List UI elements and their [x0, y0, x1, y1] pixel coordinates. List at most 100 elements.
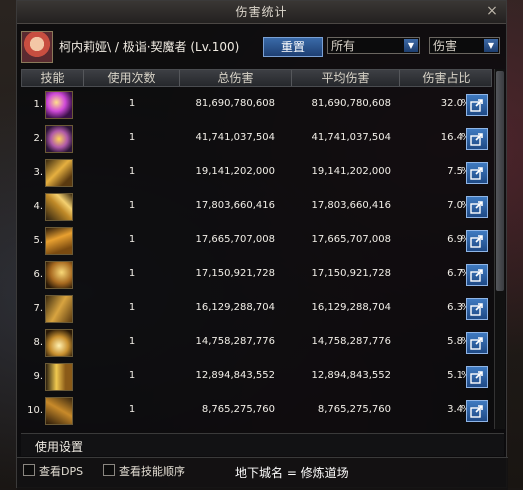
rank: 9.: [33, 371, 43, 382]
mode-select[interactable]: 伤害 ▼: [429, 37, 500, 54]
use-settings-button[interactable]: 使用设置: [35, 438, 83, 455]
skill-icon: [45, 125, 73, 153]
column-header-ratio[interactable]: 伤害占比: [400, 70, 493, 86]
use-count: 1: [128, 302, 136, 313]
share-button[interactable]: [466, 94, 488, 116]
average-damage: 41,741,037,504: [311, 132, 391, 143]
rank: 5.: [33, 235, 43, 246]
avatar: [21, 31, 53, 63]
table-row: 10. 1 8,765,275,760 8,765,275,760 3.4 %: [21, 395, 492, 427]
share-icon: [470, 167, 483, 180]
total-damage: 41,741,037,504: [195, 132, 275, 143]
total-damage: 81,690,780,608: [195, 98, 275, 109]
damage-ratio: 6.9: [447, 234, 463, 245]
character-bar: 柯内莉娅\ / 极诣·契魔者 (Lv.100) 重置 所有 ▼ 伤害 ▼: [21, 31, 504, 63]
rank: 6.: [33, 269, 43, 280]
close-icon[interactable]: ×: [484, 3, 500, 19]
use-count: 1: [128, 234, 136, 245]
share-button[interactable]: [466, 264, 488, 286]
show-dps-label[interactable]: 查看DPS: [39, 463, 83, 479]
damage-stats-window: 伤害统计 × 柯内莉娅\ / 极诣·契魔者 (Lv.100) 重置 所有 ▼ 伤…: [16, 0, 508, 490]
share-button[interactable]: [466, 230, 488, 252]
average-damage: 12,894,843,552: [311, 370, 391, 381]
show-skill-order-label[interactable]: 查看技能顺序: [119, 463, 185, 479]
table-row: 2. 1 41,741,037,504 41,741,037,504 16.4 …: [21, 123, 492, 155]
filter-select[interactable]: 所有 ▼: [327, 37, 420, 54]
share-icon: [470, 303, 483, 316]
table-row: 1. 1 81,690,780,608 81,690,780,608 32.0 …: [21, 89, 492, 121]
skill-icon: [45, 329, 73, 357]
average-damage: 17,665,707,008: [311, 234, 391, 245]
share-button[interactable]: [466, 400, 488, 422]
average-damage: 8,765,275,760: [317, 404, 391, 415]
rank: 10.: [27, 405, 43, 416]
total-damage: 8,765,275,760: [201, 404, 275, 415]
skill-icon: [45, 91, 73, 119]
rank: 2.: [33, 133, 43, 144]
column-header-average[interactable]: 平均伤害: [292, 70, 400, 86]
mode-select-value: 伤害: [433, 39, 458, 53]
average-damage: 17,803,660,416: [311, 200, 391, 211]
chevron-down-icon: ▼: [484, 39, 498, 52]
use-count: 1: [128, 404, 136, 415]
average-damage: 19,141,202,000: [311, 166, 391, 177]
window-title: 伤害统计: [235, 5, 288, 19]
share-icon: [470, 337, 483, 350]
total-damage: 19,141,202,000: [195, 166, 275, 177]
use-count: 1: [128, 370, 136, 381]
total-damage: 14,758,287,776: [195, 336, 275, 347]
reset-button[interactable]: 重置: [263, 37, 323, 57]
skill-icon: [45, 261, 73, 289]
total-damage: 16,129,288,704: [195, 302, 275, 313]
settings-bar: 使用设置: [21, 433, 504, 456]
column-header-total[interactable]: 总伤害: [180, 70, 292, 86]
use-count: 1: [128, 132, 136, 143]
show-dps-checkbox[interactable]: [23, 464, 35, 476]
use-count: 1: [128, 166, 136, 177]
average-damage: 81,690,780,608: [311, 98, 391, 109]
total-damage: 17,803,660,416: [195, 200, 275, 211]
character-name: 柯内莉娅\ / 极诣·契魔者 (Lv.100): [59, 40, 240, 54]
damage-ratio: 16.4: [440, 132, 463, 143]
damage-ratio: 32.0: [440, 98, 463, 109]
skill-icon: [45, 363, 73, 391]
skill-icon: [45, 397, 73, 425]
rank: 8.: [33, 337, 43, 348]
damage-ratio: 6.7: [447, 268, 463, 279]
average-damage: 17,150,921,728: [311, 268, 391, 279]
column-header-skill[interactable]: 技能: [22, 70, 84, 86]
skill-icon: [45, 227, 73, 255]
average-damage: 14,758,287,776: [311, 336, 391, 347]
damage-ratio: 5.1: [447, 370, 463, 381]
share-button[interactable]: [466, 162, 488, 184]
share-button[interactable]: [466, 196, 488, 218]
damage-ratio: 7.5: [447, 166, 463, 177]
use-count: 1: [128, 200, 136, 211]
share-icon: [470, 371, 483, 384]
scrollbar-thumb[interactable]: [496, 71, 504, 291]
dungeon-location: 地下城名 = 修炼道场: [235, 466, 349, 480]
average-damage: 16,129,288,704: [311, 302, 391, 313]
share-icon: [470, 99, 483, 112]
skill-icon: [45, 295, 73, 323]
table-row: 4. 1 17,803,660,416 17,803,660,416 7.0 %: [21, 191, 492, 223]
share-icon: [470, 405, 483, 418]
table-row: 3. 1 19,141,202,000 19,141,202,000 7.5 %: [21, 157, 492, 189]
damage-ratio: 5.8: [447, 336, 463, 347]
filter-select-value: 所有: [331, 39, 356, 53]
share-button[interactable]: [466, 332, 488, 354]
table-row: 8. 1 14,758,287,776 14,758,287,776 5.8 %: [21, 327, 492, 359]
window-titlebar[interactable]: 伤害统计: [17, 1, 506, 24]
chevron-down-icon: ▼: [404, 39, 418, 52]
use-count: 1: [128, 268, 136, 279]
share-icon: [470, 269, 483, 282]
share-icon: [470, 201, 483, 214]
share-button[interactable]: [466, 298, 488, 320]
show-skill-order-checkbox[interactable]: [103, 464, 115, 476]
scrollbar[interactable]: [494, 69, 505, 429]
column-header-uses[interactable]: 使用次数: [84, 70, 180, 86]
rank: 4.: [33, 201, 43, 212]
total-damage: 12,894,843,552: [195, 370, 275, 381]
share-button[interactable]: [466, 128, 488, 150]
share-button[interactable]: [466, 366, 488, 388]
